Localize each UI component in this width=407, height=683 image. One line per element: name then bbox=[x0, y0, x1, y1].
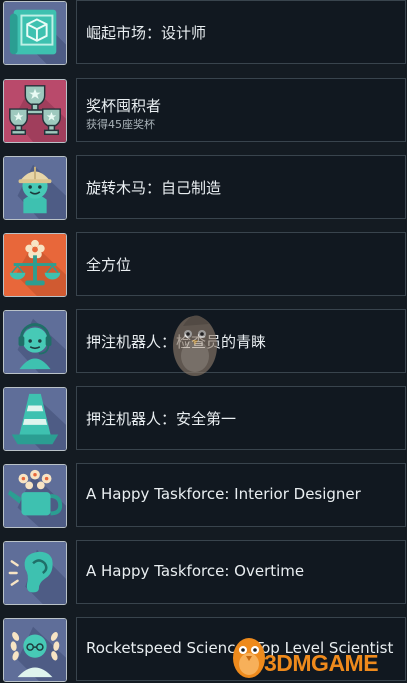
achievement-title: 崛起市场：设计师 bbox=[86, 24, 207, 42]
achievement-panel: 全方位 bbox=[76, 232, 406, 296]
achievement-title: A Happy Taskforce: Interior Designer bbox=[86, 485, 361, 503]
achievement-panel: 旋转木马：自己制造 bbox=[76, 155, 406, 219]
achievement-title: 押注机器人：安全第一 bbox=[86, 410, 237, 428]
achievement-row[interactable]: 旋转木马：自己制造 bbox=[0, 155, 407, 225]
achievement-title: 全方位 bbox=[86, 256, 132, 274]
watermark-logo: 3DMGAME bbox=[228, 628, 404, 680]
achievement-panel: 押注机器人：安全第一 bbox=[76, 386, 406, 450]
achievement-row[interactable]: 押注机器人：检查员的青睐 bbox=[0, 309, 407, 379]
achievement-row[interactable]: 奖杯囤积者 获得45座奖杯 bbox=[0, 78, 407, 148]
trophy-cups-icon bbox=[3, 79, 67, 143]
achievement-panel: 押注机器人：检查员的青睐 bbox=[76, 309, 406, 373]
blueprint-cube-icon bbox=[3, 1, 67, 65]
headset-robot-icon bbox=[3, 310, 67, 374]
achievement-panel: 奖杯囤积者 获得45座奖杯 bbox=[76, 78, 406, 142]
achievement-title: 押注机器人：检查员的青睐 bbox=[86, 333, 267, 351]
achievement-row[interactable]: 全方位 bbox=[0, 232, 407, 302]
achievement-row[interactable]: 崛起市场：设计师 bbox=[0, 0, 407, 70]
watering-can-icon bbox=[3, 464, 67, 528]
achievement-panel: 崛起市场：设计师 bbox=[76, 0, 406, 64]
laurel-scientist-icon bbox=[3, 618, 67, 682]
traffic-cone-icon bbox=[3, 387, 67, 451]
achievement-title: 奖杯囤积者 bbox=[86, 97, 162, 115]
flower-scale-icon bbox=[3, 233, 67, 297]
achievement-title: A Happy Taskforce: Overtime bbox=[86, 562, 305, 580]
watermark-brand-text: 3DMGAME bbox=[264, 650, 379, 676]
achievement-title: 旋转木马：自己制造 bbox=[86, 179, 222, 197]
ear-icon bbox=[3, 541, 67, 605]
achievement-panel: A Happy Taskforce: Interior Designer bbox=[76, 463, 406, 527]
achievement-subtitle: 获得45座奖杯 bbox=[86, 118, 155, 131]
achievement-list: 崛起市场：设计师 奖杯囤积者 获得45座奖杯 旋转木马：自己制造 全方位 押注机… bbox=[0, 0, 407, 683]
achievement-panel: A Happy Taskforce: Overtime bbox=[76, 540, 406, 604]
achievement-row[interactable]: A Happy Taskforce: Overtime bbox=[0, 540, 407, 610]
achievement-row[interactable]: 押注机器人：安全第一 bbox=[0, 386, 407, 456]
achievement-row[interactable]: A Happy Taskforce: Interior Designer bbox=[0, 463, 407, 533]
hardhat-robot-icon bbox=[3, 156, 67, 220]
